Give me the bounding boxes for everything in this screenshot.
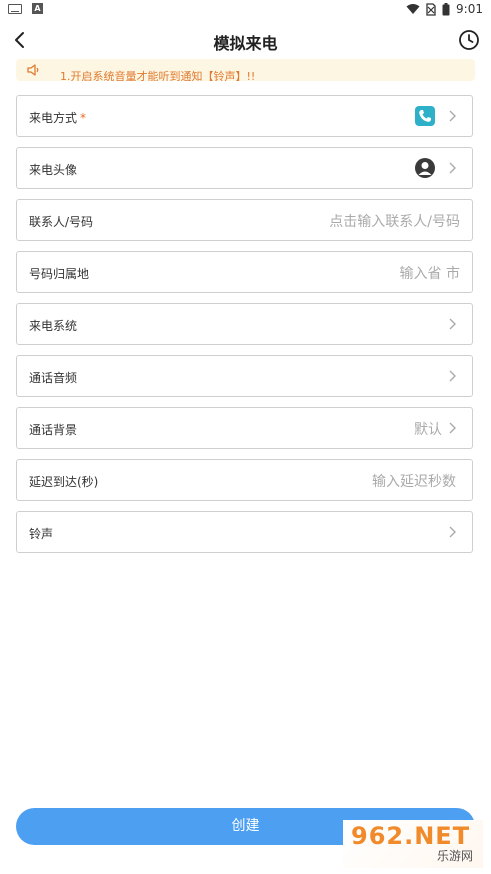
caller-avatar-row[interactable]: 来电头像 xyxy=(16,147,473,189)
call-audio-row[interactable]: 通话音频 xyxy=(16,355,473,397)
top-bar: 模拟来电 xyxy=(0,20,491,60)
call-audio-label: 通话音频 xyxy=(29,371,78,385)
battery-icon xyxy=(442,2,450,15)
page-title: 模拟来电 xyxy=(213,34,278,53)
watermark-sub: 乐游网 xyxy=(436,849,473,863)
ringtone-row[interactable]: 铃声 xyxy=(16,511,473,553)
call-system-label: 来电系统 xyxy=(29,319,78,333)
number-location-row[interactable]: 号码归属地 输入省 市 xyxy=(16,251,473,293)
wifi-icon xyxy=(406,4,420,14)
speaker-icon xyxy=(27,64,39,76)
contact-number-label: 联系人/号码 xyxy=(29,215,94,229)
watermark-logo: 962.NET 乐游网 xyxy=(343,820,483,868)
chevron-right-icon xyxy=(449,162,456,174)
call-background-row[interactable]: 通话背景 默认 xyxy=(16,407,473,449)
call-background-label: 通话背景 xyxy=(29,423,78,437)
delay-seconds-input[interactable]: 输入延迟秒数 xyxy=(372,471,456,491)
call-system-row[interactable]: 来电系统 xyxy=(16,303,473,345)
chevron-right-icon xyxy=(449,110,456,122)
status-time: 9:01 xyxy=(456,2,483,16)
chevron-right-icon xyxy=(449,422,456,434)
chevron-right-icon xyxy=(449,318,456,330)
watermark-brand: 962.NET xyxy=(351,822,471,850)
ringtone-label: 铃声 xyxy=(29,527,54,541)
delay-label: 延迟到达(秒) xyxy=(29,475,99,489)
call-method-row[interactable]: 来电方式 * xyxy=(16,95,473,137)
contact-number-input[interactable]: 点击输入联系人/号码 xyxy=(329,211,460,231)
a-icon: A xyxy=(32,3,43,14)
no-sim-icon xyxy=(426,2,436,16)
avatar-icon xyxy=(415,158,435,178)
history-clock-icon[interactable] xyxy=(457,28,481,52)
phone-icon xyxy=(415,106,435,126)
number-location-label: 号码归属地 xyxy=(29,267,90,281)
required-mark: * xyxy=(80,111,87,125)
keyboard-icon xyxy=(8,3,22,14)
status-bar: A 9:01 xyxy=(0,0,491,20)
notice-text: 1.开启系统音量才能听到通知【铃声】!! xyxy=(60,70,256,81)
contact-number-row[interactable]: 联系人/号码 点击输入联系人/号码 xyxy=(16,199,473,241)
call-background-value: 默认 xyxy=(414,422,442,438)
chevron-right-icon xyxy=(449,526,456,538)
chevron-right-icon xyxy=(449,370,456,382)
notice-banner: 1.开启系统音量才能听到通知【铃声】!! xyxy=(16,59,475,81)
call-method-label: 来电方式 * xyxy=(29,111,87,125)
caller-avatar-label: 来电头像 xyxy=(29,163,78,177)
delay-row[interactable]: 延迟到达(秒) 输入延迟秒数 xyxy=(16,459,473,501)
number-location-input[interactable]: 输入省 市 xyxy=(400,263,460,283)
